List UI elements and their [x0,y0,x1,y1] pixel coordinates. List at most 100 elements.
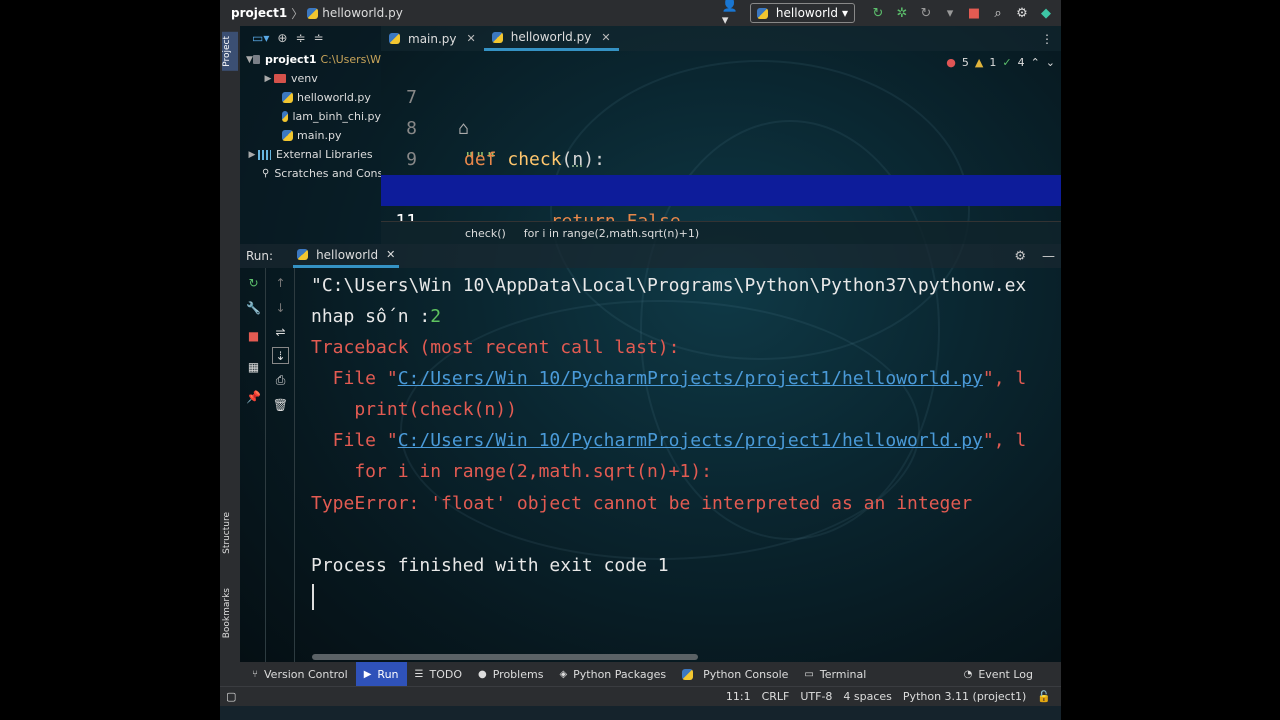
tab-helloworld-py[interactable]: helloworld.py ✕ [483,26,619,51]
status-interpreter[interactable]: Python 3.11 (project1) [903,690,1026,703]
file-link[interactable]: C:/Users/Win 10/PycharmProjects/project1… [398,430,983,451]
tree-item-external-libraries[interactable]: ▶ External Libraries [240,145,381,164]
tree-item-venv[interactable]: ▶ venv [240,69,381,88]
python-file-icon [389,33,400,44]
layout-icon[interactable]: ▦ [245,358,262,375]
tree-item-main[interactable]: main.py [240,126,381,145]
close-icon[interactable]: ✕ [467,32,476,45]
soft-wrap-icon[interactable]: ⇌ [272,323,289,340]
tree-item-lam-binh-chi[interactable]: lam_binh_chi.py [240,107,381,126]
jetbrains-icon[interactable]: ◆ [1037,4,1055,22]
error-count: 5 [961,56,969,69]
status-encoding[interactable]: UTF-8 [800,690,832,703]
gear-icon[interactable]: ⚙ [1014,249,1026,264]
user-icon[interactable]: 👤▾ [722,0,740,28]
editor: main.py ✕ helloworld.py ✕ ⋮ 7 ⌂ """ 8 de… [381,26,1061,244]
tool-event-log[interactable]: ◔ Event Log [956,662,1041,686]
run-tab-helloworld[interactable]: helloworld ✕ [293,244,400,268]
close-icon[interactable]: ✕ [601,31,610,44]
profile-icon[interactable]: ▾ [941,4,959,22]
crumb-statement[interactable]: for i in range(2,math.sqrt(n)+1) [524,227,699,240]
stop-icon[interactable]: ■ [965,4,983,22]
tool-label: Terminal [819,667,867,681]
pin-icon[interactable]: 📌 [245,388,262,405]
expand-all-icon[interactable]: ≑ [295,31,305,45]
tree-item-scratches[interactable]: ⚲ Scratches and Conso [240,164,381,183]
rerun-icon[interactable]: ↻ [245,274,262,291]
list-icon: ☰ [414,668,424,680]
breadcrumb-project[interactable]: project1 [231,6,287,20]
horizontal-scrollbar[interactable] [312,654,698,660]
status-caret-position[interactable]: 11:1 [726,690,751,703]
search-icon[interactable]: ⌕ [989,4,1007,22]
tool-window-bar: ⑂ Version Control ▶ Run ☰ TODO ● Problems ◈ P… [220,662,1061,686]
panel-toggle-icon[interactable]: ▢ [226,690,236,703]
rerun-icon[interactable]: ↻ [869,4,887,22]
code-line: 9 if n < 2 : [381,113,1061,201]
more-icon[interactable]: ⋮ [1041,32,1053,46]
print-icon[interactable]: ⎙ [272,372,289,389]
code-breadcrumbs: check() for i in range(2,math.sqrt(n)+1) [381,221,1061,244]
stop-icon[interactable]: ■ [245,327,262,344]
chevron-down-icon[interactable]: ⌄ [1046,56,1055,69]
tab-structure[interactable]: Structure [222,512,232,554]
code-line: 12 if n % i == 0 : [381,206,1061,221]
minimize-icon[interactable]: — [1042,249,1055,264]
project-view-icon[interactable]: ▭▾ [252,31,269,45]
inspection-widget[interactable]: ● 5 ▲ 1 ✓ 4 ⌃ ⌄ [946,56,1055,69]
collapse-all-icon[interactable]: ≐ [314,31,324,45]
close-icon[interactable]: ✕ [386,248,395,261]
chevron-down-icon: ▼ [246,54,253,65]
trash-icon[interactable]: 🗑 [272,396,289,413]
debug-icon[interactable]: ✲ [893,4,911,22]
coverage-icon[interactable]: ↻ [917,4,935,22]
tool-version-control[interactable]: ⑂ Version Control [244,662,356,686]
tool-todo[interactable]: ☰ TODO [407,662,470,686]
run-label: Run: [246,249,274,263]
tool-terminal[interactable]: ▭ Terminal [796,662,874,686]
console-line: for i in range(2,math.sqrt(n)+1): [311,461,712,482]
tree-item-project1[interactable]: ▼ project1 C:\Users\W [240,50,381,69]
console-line: print(check(n)) [311,399,517,420]
locate-icon[interactable]: ⊕ [277,31,287,45]
chevron-up-icon[interactable]: ⌃ [1031,56,1040,69]
console-line: TypeError: 'float' object cannot be inte… [311,493,973,514]
scratches-icon: ⚲ [262,168,270,179]
arrow-down-icon[interactable]: ↓ [272,299,289,316]
tab-bookmarks[interactable]: Bookmarks [222,588,232,638]
console-prompt: nhap số n : [311,306,431,327]
warning-icon: ▲ [974,56,984,69]
project-toolbar: ▭▾ ⊕ ≑ ≐ [240,26,381,50]
tool-problems[interactable]: ● Problems [470,662,551,686]
tool-python-console[interactable]: Python Console [674,662,796,686]
console-output[interactable]: "C:\Users\Win 10\AppData\Local\Programs\… [311,270,1061,630]
tree-label: project1 [264,53,317,66]
scroll-to-end-icon[interactable]: ⇣ [272,347,289,364]
tab-project[interactable]: Project [222,32,238,71]
console-line: File "C:/Users/Win 10/PycharmProjects/pr… [311,425,1027,456]
tab-main-py[interactable]: main.py ✕ [381,26,484,51]
tool-run[interactable]: ▶ Run [355,662,407,686]
tree-item-helloworld[interactable]: helloworld.py [240,88,381,107]
wrench-icon[interactable]: 🔧 [245,299,262,316]
editor-tabs: main.py ✕ helloworld.py ✕ ⋮ [381,26,1061,51]
console-text: ", l [982,430,1027,451]
run-config-select[interactable]: helloworld ▾ [749,3,855,23]
status-indent[interactable]: 4 spaces [843,690,892,703]
gear-icon[interactable]: ⚙ [1013,4,1031,22]
file-link[interactable]: C:/Users/Win 10/PycharmProjects/project1… [398,368,983,389]
arrow-up-icon[interactable]: ↑ [272,274,289,291]
tool-python-packages[interactable]: ◈ Python Packages [551,662,674,686]
console-line: "C:\Users\Win 10\AppData\Local\Programs\… [311,275,1027,296]
run-config-label: helloworld [775,6,838,20]
tree-label: Scratches and Conso [274,167,381,180]
python-console-icon [682,668,694,680]
code-line-current: 11 for i in range(2,math.sqrt(n)+1): [381,175,1061,221]
error-icon: ● [946,56,956,69]
code-area[interactable]: 7 ⌂ """ 8 def check(n): 9 if n < 2 : 10 … [381,51,1061,221]
status-line-separator[interactable]: CRLF [762,690,790,703]
breadcrumb-file[interactable]: helloworld.py [322,6,403,20]
crumb-function[interactable]: check() [465,227,506,240]
lock-icon[interactable]: 🔓 [1037,690,1051,703]
tool-label: Python Console [703,667,789,681]
